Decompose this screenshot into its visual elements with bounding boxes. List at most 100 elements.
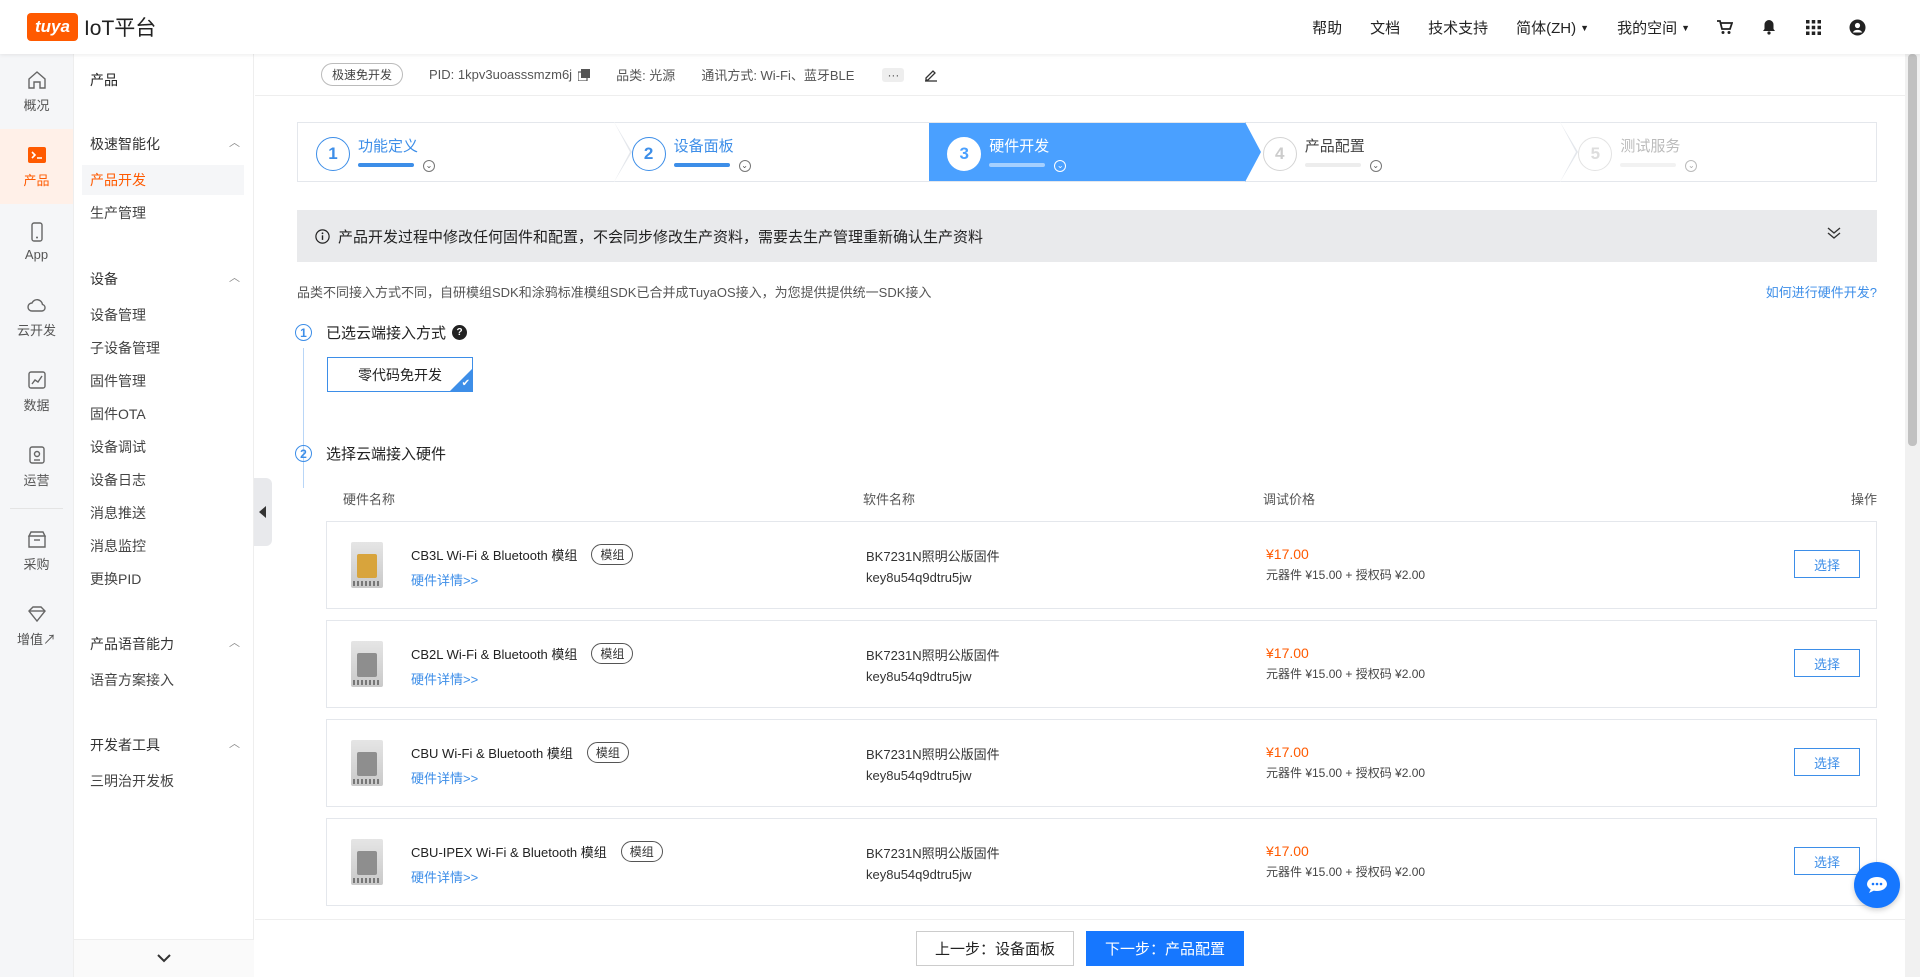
sidebar-item-log[interactable]: 设备日志 <box>74 465 244 495</box>
nav-language[interactable]: 简体(ZH) ▼ <box>1516 17 1589 38</box>
hardware-name: CBU-IPEX Wi-Fi & Bluetooth 模组 模组 <box>411 841 663 862</box>
sidebar-item-product-dev[interactable]: 产品开发 <box>82 165 244 195</box>
rail-item-overview[interactable]: 概况 <box>0 54 73 129</box>
access-method-option[interactable]: 零代码免开发 ✔ <box>327 357 473 392</box>
module-image <box>351 542 383 588</box>
step-product-config[interactable]: 4 产品配置 ⌄ <box>1245 122 1579 182</box>
table-row: CB2L Wi-Fi & Bluetooth 模组 模组 硬件详情>> BK723… <box>326 620 1877 708</box>
secondary-sidebar: 产品 极速智能化 ︿ 产品开发 生产管理 设备 ︿ 设备管理 子设备管理 固件管理 … <box>74 54 254 977</box>
howto-link[interactable]: 如何进行硬件开发? <box>1766 282 1877 301</box>
group-title: 产品语音能力 <box>90 636 174 652</box>
main-content: 极速免开发 PID: 1kpv3uoasssmzm6j 品类: 光源 通讯方式:… <box>255 54 1905 977</box>
rail-divider <box>10 508 63 509</box>
col-debug-price: 调试价格 <box>1263 492 1316 507</box>
rail-item-purchase[interactable]: 采购 <box>0 513 73 588</box>
group-dev-tools[interactable]: 开发者工具 ︿ <box>90 735 240 755</box>
select-button[interactable]: 选择 <box>1794 748 1860 776</box>
apps-grid-icon[interactable] <box>1804 18 1822 36</box>
sidebar-item-device-manage[interactable]: 设备管理 <box>74 300 244 330</box>
hardware-detail-link[interactable]: 硬件详情>> <box>411 669 478 688</box>
rail-item-product[interactable]: 产品 <box>0 129 73 204</box>
logo[interactable]: tuya IoT平台 <box>27 12 156 42</box>
nav-support[interactable]: 技术支持 <box>1428 17 1488 38</box>
step-feature-definition[interactable]: 1 功能定义 ⌄ <box>298 122 632 182</box>
module-image <box>351 839 383 885</box>
step-number: 3 <box>947 137 982 171</box>
sidebar-item-monitor[interactable]: 消息监控 <box>74 531 244 561</box>
sidebar-item-production[interactable]: 生产管理 <box>74 198 244 228</box>
nav-docs[interactable]: 文档 <box>1370 17 1400 38</box>
chevron-up-icon: ︿ <box>229 137 240 149</box>
chevron-down-icon: ⌄ <box>423 160 435 172</box>
rail-item-data[interactable]: 数据 <box>0 354 73 429</box>
sidebar-item-voice[interactable]: 语音方案接入 <box>74 665 244 695</box>
sidebar-expand-toggle[interactable] <box>74 939 254 977</box>
step-hardware-dev[interactable]: 3 硬件开发 ⌄ <box>929 122 1261 182</box>
bell-icon[interactable] <box>1760 18 1778 36</box>
section-title: 已选云端接入方式 <box>326 325 447 342</box>
product-tag: 极速免开发 <box>321 63 404 86</box>
chat-support-icon[interactable] <box>1854 862 1900 908</box>
edit-icon[interactable] <box>924 68 938 82</box>
double-chevron-down-icon[interactable] <box>1827 226 1841 244</box>
sidebar-item-change-pid[interactable]: 更换PID <box>74 564 244 594</box>
table-row: CBU Wi-Fi & Bluetooth 模组 模组 硬件详情>> BK7231… <box>326 719 1877 807</box>
group-voice[interactable]: 产品语音能力 ︿ <box>90 634 240 654</box>
group-device[interactable]: 设备 ︿ <box>90 269 240 289</box>
select-button[interactable]: 选择 <box>1794 550 1860 578</box>
hardware-detail-link[interactable]: 硬件详情>> <box>411 768 478 787</box>
step-test-service[interactable]: 5 测试服务 ⌄ <box>1560 123 1876 181</box>
copy-icon[interactable] <box>578 68 591 81</box>
shop-icon <box>27 530 46 548</box>
sidebar-item-ota[interactable]: 固件OTA <box>74 399 244 429</box>
software-info: BK7231N照明公版固件 key8u54q9dtru5jw <box>866 744 1000 786</box>
rail-item-value-added[interactable]: 增值↗ <box>0 588 73 663</box>
vertical-scrollbar[interactable] <box>1905 54 1920 977</box>
rail-item-cloud[interactable]: 云开发 <box>0 279 73 354</box>
cloud-icon <box>26 298 46 312</box>
notice-text: 产品开发过程中修改任何固件和配置，不会同步修改生产资料，需要去生产管理重新确认生… <box>338 228 984 246</box>
scrollbar-thumb[interactable] <box>1908 54 1917 446</box>
hardware-detail-link[interactable]: 硬件详情>> <box>411 570 478 589</box>
step-label: 测试服务 <box>1620 138 1681 155</box>
section-select-hardware: 2 选择云端接入硬件 <box>295 443 446 464</box>
software-info: BK7231N照明公版固件 key8u54q9dtru5jw <box>866 843 1000 885</box>
my-space-label: 我的空间 <box>1617 19 1678 37</box>
more-button[interactable]: ··· <box>882 67 905 82</box>
sidebar-item-sandwich[interactable]: 三明治开发板 <box>74 766 244 796</box>
chevron-down-icon: ⌄ <box>738 160 751 172</box>
nav-help[interactable]: 帮助 <box>1312 17 1342 38</box>
help-icon[interactable]: ? <box>452 325 468 340</box>
hardware-detail-link[interactable]: 硬件详情>> <box>411 867 478 886</box>
rail-label: 增值↗ <box>16 631 56 647</box>
select-button[interactable]: 选择 <box>1794 649 1860 677</box>
rail-label: 概况 <box>23 97 50 113</box>
section-selected-access: 1 已选云端接入方式 ? <box>295 322 468 343</box>
module-badge: 模组 <box>620 841 663 862</box>
previous-step-button[interactable]: 上一步：设备面板 <box>915 931 1074 966</box>
group-smart[interactable]: 极速智能化 ︿ <box>90 134 240 154</box>
user-avatar-icon[interactable] <box>1848 18 1866 36</box>
select-button[interactable]: 选择 <box>1794 847 1860 875</box>
sidebar-title: 产品 <box>90 72 118 88</box>
rail-item-app[interactable]: App <box>0 204 73 279</box>
sidebar-item-debug[interactable]: 设备调试 <box>74 432 244 462</box>
next-step-button[interactable]: 下一步：产品配置 <box>1086 931 1245 966</box>
nav-my-space[interactable]: 我的空间 ▼ <box>1617 17 1690 38</box>
sidebar-item-push[interactable]: 消息推送 <box>74 498 244 528</box>
cart-icon[interactable] <box>1716 18 1734 36</box>
access-method-label: 零代码免开发 <box>358 366 442 383</box>
rail-label: 云开发 <box>16 322 56 338</box>
caret-down-icon: ▼ <box>1580 22 1590 33</box>
step-device-panel[interactable]: 2 设备面板 ⌄ <box>614 123 930 181</box>
icon-rail: 概况 产品 App 云开发 数据 运营 采购 增值↗ <box>0 54 74 977</box>
sidebar-item-firmware[interactable]: 固件管理 <box>74 366 244 396</box>
sidebar-item-subdevice[interactable]: 子设备管理 <box>74 333 244 363</box>
rail-item-operation[interactable]: 运营 <box>0 429 73 504</box>
step-label: 设备面板 <box>673 138 734 155</box>
section-number: 2 <box>295 445 312 462</box>
chevron-down-icon: ⌄ <box>1369 160 1382 172</box>
price-breakdown: 元器件 ¥15.00 + 授权码 ¥2.00 <box>1266 865 1426 879</box>
rail-label: 产品 <box>23 172 50 188</box>
col-software-name: 软件名称 <box>863 492 916 507</box>
